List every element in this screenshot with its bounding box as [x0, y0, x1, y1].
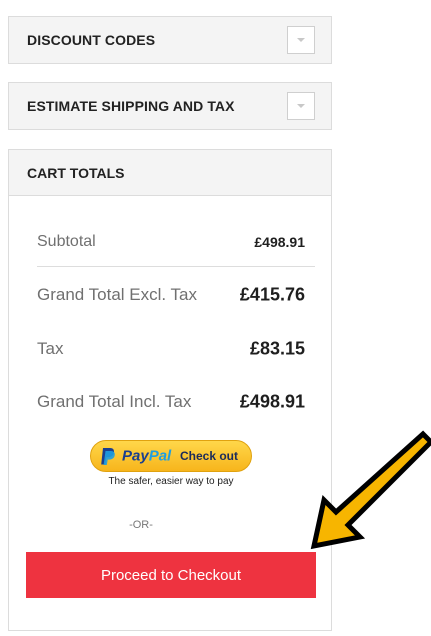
grand-total-incl-tax-value: £498.91 [239, 391, 305, 412]
discount-codes-toggle-button[interactable] [287, 26, 315, 54]
subtotal-value: £498.91 [254, 234, 305, 250]
chevron-down-icon [297, 38, 305, 42]
totals-divider [37, 266, 315, 267]
annotation-arrow-icon [310, 430, 431, 550]
paypal-wordmark-pal: Pal [148, 447, 172, 465]
cart-totals-panel: CART TOTALS Subtotal £498.91 Grand Total… [8, 149, 332, 631]
tax-value: £83.15 [249, 338, 305, 359]
discount-codes-title: DISCOUNT CODES [27, 32, 156, 48]
cart-sidebar: DISCOUNT CODES ESTIMATE SHIPPING AND TAX… [0, 0, 431, 636]
grand-total-incl-tax-label: Grand Total Incl. Tax [37, 392, 192, 411]
paypal-tagline: The safer, easier way to pay [108, 476, 234, 487]
paypal-checkout-label: Check out [180, 449, 239, 463]
cart-totals-title: CART TOTALS [27, 164, 125, 181]
paypal-wordmark: PayPal [122, 448, 171, 465]
subtotal-label: Subtotal [37, 233, 96, 250]
paypal-wordmark-pay: Pay [122, 447, 149, 465]
estimate-shipping-toggle-button[interactable] [287, 92, 315, 120]
or-separator: -OR- [129, 519, 153, 531]
paypal-checkout-button[interactable]: PayPal Check out [90, 440, 252, 472]
subtotal-row: Subtotal £498.91 [37, 227, 317, 257]
grand-total-excl-tax-value: £415.76 [239, 284, 305, 305]
grand-total-excl-tax-label: Grand Total Excl. Tax [37, 285, 198, 304]
proceed-to-checkout-button[interactable]: Proceed to Checkout [26, 552, 316, 598]
chevron-down-icon [297, 104, 305, 108]
paypal-logo-icon [101, 448, 115, 465]
estimate-shipping-panel[interactable]: ESTIMATE SHIPPING AND TAX [8, 82, 332, 130]
tax-row: Tax £83.15 [37, 334, 317, 364]
cart-totals-header: CART TOTALS [9, 150, 331, 196]
grand-total-incl-tax-row: Grand Total Incl. Tax £498.91 [37, 387, 317, 417]
tax-label: Tax [37, 339, 64, 358]
grand-total-excl-tax-row: Grand Total Excl. Tax £415.76 [37, 280, 317, 310]
estimate-shipping-title: ESTIMATE SHIPPING AND TAX [27, 98, 235, 114]
discount-codes-panel[interactable]: DISCOUNT CODES [8, 16, 332, 64]
